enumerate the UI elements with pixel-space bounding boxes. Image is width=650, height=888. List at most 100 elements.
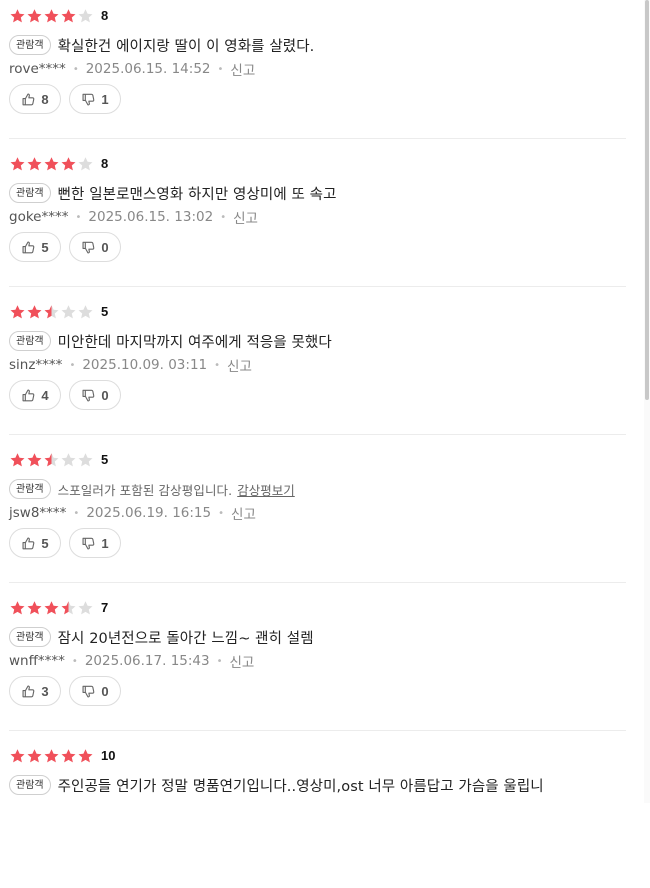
star-icon [78, 9, 93, 23]
comment-row: 관람객 스포일러가 포함된 감상평입니다. 감상평보기 [9, 477, 295, 501]
star-icon [61, 453, 76, 467]
review-date: 2025.06.15. 13:02 [88, 209, 214, 225]
star-rating [9, 304, 94, 320]
review-item: 8 관람객 확실한건 에이지랑 딸이 이 영화를 살렸다. rove**** • 2025… [0, 0, 650, 148]
separator-dot: • [217, 63, 224, 75]
like-button[interactable]: 4 [9, 380, 61, 410]
dislike-button[interactable]: 0 [69, 380, 121, 410]
star-rating [9, 156, 94, 172]
thumbs-down-icon [82, 537, 95, 549]
star-icon [61, 157, 76, 171]
vote-buttons: 40 [9, 380, 129, 410]
reviewer-id: rove**** [9, 61, 66, 77]
vote-buttons: 30 [9, 676, 129, 706]
review-item: 10 관람객 주인공들 연기가 정말 명품연기입니다..영상미,ost 너무 아름답… [0, 740, 650, 888]
star-icon [61, 749, 76, 763]
viewer-badge: 관람객 [9, 479, 51, 499]
review-comment: 확실한건 에이지랑 딸이 이 영화를 살렸다. [57, 38, 315, 55]
dislike-button[interactable]: 1 [69, 528, 121, 558]
review-meta: jsw8**** • 2025.06.19. 16:15 • 신고 [9, 503, 256, 523]
star-icon [44, 749, 59, 763]
star-icon [10, 453, 25, 467]
star-rating [9, 748, 94, 764]
like-button-count: 8 [41, 91, 49, 107]
review-meta: rove**** • 2025.06.15. 14:52 • 신고 [9, 59, 255, 79]
divider [9, 434, 626, 435]
like-button[interactable]: 8 [9, 84, 61, 114]
star-icon [27, 749, 42, 763]
report-link[interactable]: 신고 [230, 59, 255, 79]
review-comment: 주인공들 연기가 정말 명품연기입니다..영상미,ost 너무 아름답고 가슴을… [57, 778, 544, 795]
scrollbar-thumb[interactable] [645, 0, 649, 400]
separator-dot: • [216, 655, 223, 667]
star-icon [27, 601, 42, 615]
reviewer-id: goke**** [9, 209, 69, 225]
separator-dot: • [69, 359, 76, 371]
star-icon [78, 453, 93, 467]
rating-score: 8 [101, 156, 109, 171]
review-date: 2025.06.17. 15:43 [84, 653, 210, 669]
vote-buttons: 81 [9, 84, 129, 114]
review-date: 2025.06.19. 16:15 [86, 505, 212, 521]
star-icon [10, 601, 25, 615]
review-comment: 미안한데 마지막까지 여주에게 적응을 못했다 [57, 334, 332, 351]
rating-score: 5 [101, 304, 109, 319]
review-item: 5 관람객 스포일러가 포함된 감상평입니다. 감상평보기 jsw8**** • 2025.… [0, 444, 650, 592]
dislike-button[interactable]: 0 [69, 232, 121, 262]
comment-row: 관람객 잠시 20년전으로 돌아간 느낌~ 괜히 설렘 [9, 625, 314, 649]
dislike-button[interactable]: 1 [69, 84, 121, 114]
review-meta: sinz**** • 2025.10.09. 03:11 • 신고 [9, 355, 252, 375]
like-button-count: 5 [41, 535, 49, 551]
divider [9, 582, 626, 583]
thumbs-down-icon [82, 685, 95, 697]
reviewer-id: sinz**** [9, 357, 63, 373]
rating-row: 8 [9, 156, 108, 172]
separator-dot: • [218, 507, 225, 519]
comment-row: 관람객 주인공들 연기가 정말 명품연기입니다..영상미,ost 너무 아름답고 … [9, 773, 544, 797]
separator-dot: • [73, 507, 80, 519]
rating-row: 7 [9, 600, 108, 616]
reviewer-id: wnff**** [9, 653, 65, 669]
dislike-button[interactable]: 0 [69, 676, 121, 706]
scrollbar[interactable] [644, 0, 650, 803]
star-icon [61, 305, 76, 319]
like-button[interactable]: 5 [9, 232, 61, 262]
like-button[interactable]: 5 [9, 528, 61, 558]
review-meta: goke**** • 2025.06.15. 13:02 • 신고 [9, 207, 258, 227]
reviewer-id: jsw8**** [9, 505, 67, 521]
star-rating [9, 452, 94, 468]
comment-row: 관람객 확실한건 에이지랑 딸이 이 영화를 살렸다. [9, 33, 314, 57]
star-icon [61, 9, 76, 23]
report-link[interactable]: 신고 [230, 651, 255, 671]
thumbs-up-icon [22, 93, 35, 105]
rating-score: 5 [101, 452, 109, 467]
review-comment: 뻔한 일본로맨스영화 하지만 영상미에 또 속고 [57, 186, 337, 203]
comment-row: 관람객 뻔한 일본로맨스영화 하지만 영상미에 또 속고 [9, 181, 337, 205]
viewer-badge: 관람객 [9, 35, 51, 55]
viewer-badge: 관람객 [9, 183, 51, 203]
review-item: 7 관람객 잠시 20년전으로 돌아간 느낌~ 괜히 설렘 wnff**** • 2025… [0, 592, 650, 740]
view-spoiler-link[interactable]: 감상평보기 [237, 480, 295, 499]
vote-buttons: 51 [9, 528, 129, 558]
star-rating [9, 600, 94, 616]
spoiler-notice: 스포일러가 포함된 감상평입니다. [57, 482, 233, 498]
star-icon [27, 9, 42, 23]
thumbs-down-icon [82, 389, 95, 401]
star-icon [27, 157, 42, 171]
dislike-button-count: 0 [101, 387, 109, 403]
star-icon [44, 601, 59, 615]
review-comment: 잠시 20년전으로 돌아간 느낌~ 괜히 설렘 [57, 630, 314, 647]
divider [9, 730, 626, 731]
report-link[interactable]: 신고 [233, 207, 258, 227]
thumbs-up-icon [22, 537, 35, 549]
dislike-button-count: 1 [101, 91, 109, 107]
viewer-badge: 관람객 [9, 331, 51, 351]
thumbs-down-icon [82, 241, 95, 253]
star-icon [44, 453, 59, 467]
report-link[interactable]: 신고 [231, 503, 256, 523]
rating-score: 8 [101, 8, 109, 23]
thumbs-down-icon [82, 93, 95, 105]
review-item: 5 관람객 미안한데 마지막까지 여주에게 적응을 못했다 sinz**** • 2025… [0, 296, 650, 444]
like-button[interactable]: 3 [9, 676, 61, 706]
report-link[interactable]: 신고 [227, 355, 252, 375]
